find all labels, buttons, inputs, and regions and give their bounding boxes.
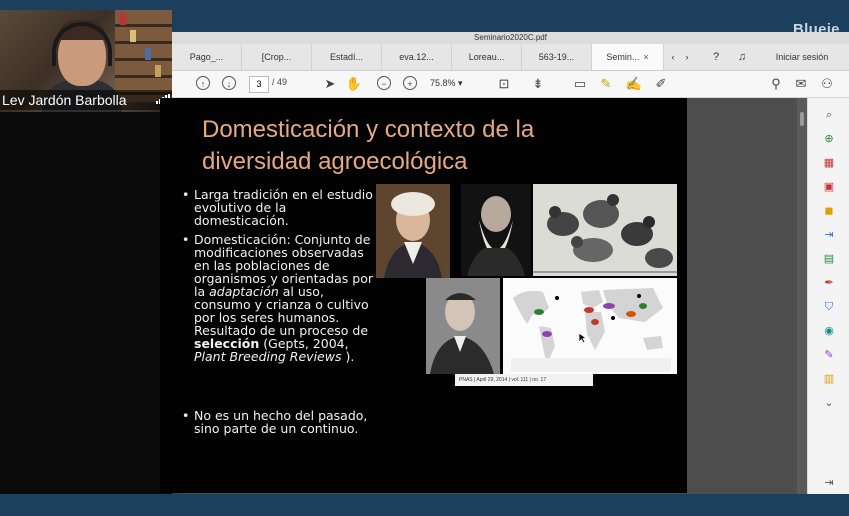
hand-tool-icon[interactable]: ✋ <box>344 74 364 94</box>
search-icon[interactable]: ⌕ <box>822 108 836 122</box>
portrait-vavilov <box>426 278 500 374</box>
participant-name-label: Lev Jardón Barbolla <box>0 90 172 110</box>
tools-right-rail: ⌕ ⊕ ▦ ▣ ◼ ⇥ ▤ ✒ ⛉ ◉ ✎ ▥ ⌄ ⇥ <box>807 98 849 494</box>
chevron-down-icon[interactable]: ⌄ <box>822 396 836 410</box>
add-user-icon[interactable]: ⚇ <box>817 74 837 94</box>
bullet-item: • Domesticación: Conjunto de modificacio… <box>182 232 373 364</box>
close-tab-icon[interactable]: × <box>643 52 648 62</box>
zoom-level-select[interactable]: 75.8% ▾ <box>430 76 480 91</box>
sign-in-link[interactable]: Iniciar sesión <box>762 44 842 70</box>
next-page-icon[interactable]: ↓ <box>222 76 236 90</box>
presentation-slide: Domesticación y contexto de la diversida… <box>160 98 687 493</box>
zoom-out-icon[interactable]: − <box>377 76 391 90</box>
email-icon[interactable]: ✉ <box>791 74 811 94</box>
highlight-pen-icon[interactable]: ✎ <box>596 74 616 94</box>
link-icon[interactable]: ⚲ <box>766 74 786 94</box>
protect-icon[interactable]: ⛉ <box>822 300 836 314</box>
acrobat-toolbar: ↑ ↓ 3 / 49 ➤ ✋ − + 75.8% ▾ ⊡ ⇟ ▭ ✎ ✍ ✐ ⚲… <box>172 71 849 98</box>
edit-pdf-icon[interactable]: ▤ <box>822 252 836 266</box>
collapse-rail-icon[interactable]: ⇥ <box>822 476 836 490</box>
bullet-dot-icon: • <box>182 232 190 247</box>
meeting-bottom-bar <box>0 494 849 516</box>
chevron-left-icon[interactable]: ‹ <box>666 44 680 70</box>
export-pdf-icon[interactable]: ▣ <box>822 180 836 194</box>
bullet-dot-icon: • <box>182 408 190 423</box>
pigeon-illustration <box>533 184 677 276</box>
vertical-scrollbar[interactable] <box>797 98 807 494</box>
fill-and-sign-icon[interactable]: ✒ <box>822 276 836 290</box>
more-tools-icon[interactable]: ▥ <box>822 372 836 386</box>
bullet-item: • Larga tradición en el estudio evolutiv… <box>182 187 373 228</box>
domestication-world-map <box>503 278 677 374</box>
bullet-dot-icon: • <box>182 187 190 202</box>
chevron-right-icon[interactable]: › <box>680 44 694 70</box>
comment-tool-icon[interactable]: ◼ <box>822 204 836 218</box>
window-title: Seminario2020C.pdf <box>172 32 849 44</box>
bullet-item: • No es un hecho del pasado, sino parte … <box>182 408 368 436</box>
journal-footer: PNAS | April 29, 2014 | vol. 111 | no. 1… <box>455 374 593 386</box>
scroll-mode-icon[interactable]: ⇟ <box>528 74 548 94</box>
create-pdf-icon[interactable]: ⊕ <box>822 132 836 146</box>
notifications-bell-icon[interactable]: ♫ <box>734 44 750 70</box>
book <box>120 13 126 25</box>
scrollbar-thumb[interactable] <box>800 112 804 126</box>
tab-loreau[interactable]: Loreau... <box>452 44 522 70</box>
send-for-signature-icon[interactable]: ⇥ <box>822 228 836 242</box>
page-number-input[interactable]: 3 <box>249 76 269 93</box>
fill-sign-icon[interactable]: ✐ <box>651 74 671 94</box>
zoom-in-icon[interactable]: + <box>403 76 417 90</box>
book <box>145 48 151 60</box>
page-total: / 49 <box>272 77 288 87</box>
previous-page-icon[interactable]: ↑ <box>196 76 210 90</box>
comment-icon[interactable]: ▭ <box>570 74 590 94</box>
tab-pago[interactable]: Pago_... <box>172 44 242 70</box>
tab-seminario-active[interactable]: Semin... × <box>592 44 664 70</box>
fit-page-icon[interactable]: ⊡ <box>494 74 514 94</box>
document-tab-bar: Pago_... [Crop... Estadí... eva.12... Lo… <box>172 44 849 71</box>
mouse-cursor-icon <box>578 332 588 344</box>
organize-pages-icon[interactable]: ▦ <box>822 156 836 170</box>
tab-estadi[interactable]: Estadí... <box>312 44 382 70</box>
portrait-lamarck <box>376 184 450 278</box>
slide-title: Domesticación y contexto de la diversida… <box>202 116 535 175</box>
optimize-icon[interactable]: ◉ <box>822 324 836 338</box>
select-cursor-icon[interactable]: ➤ <box>320 74 340 94</box>
book <box>130 30 136 42</box>
participant-name: Lev Jardón Barbolla <box>2 92 127 108</box>
draw-icon[interactable]: ✍ <box>624 74 644 94</box>
help-icon[interactable]: ? <box>708 44 724 70</box>
tab-563[interactable]: 563-19... <box>522 44 592 70</box>
tab-eva[interactable]: eva.12... <box>382 44 452 70</box>
book <box>155 65 161 77</box>
slide-bullet-list-2: • No es un hecho del pasado, sino parte … <box>182 409 382 441</box>
tab-crop[interactable]: [Crop... <box>242 44 312 70</box>
sign-icon[interactable]: ✎ <box>822 348 836 362</box>
portrait-darwin <box>461 184 531 276</box>
slide-bullet-list: • Larga tradición en el estudio evolutiv… <box>182 188 382 369</box>
